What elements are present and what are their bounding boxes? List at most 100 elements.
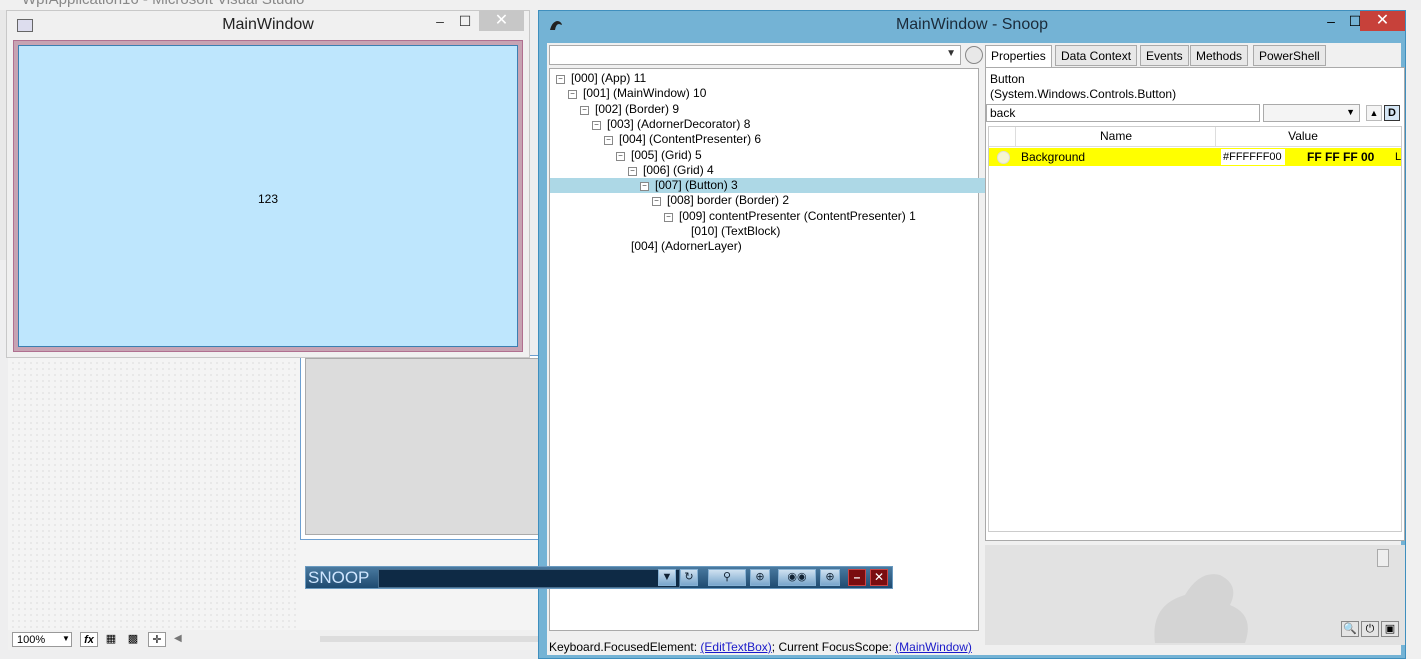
collapse-icon[interactable]: −: [580, 105, 589, 115]
tree-node-label: [008] border (Border) 2: [667, 193, 790, 208]
chevron-down-icon[interactable]: ▼: [1346, 107, 1355, 117]
focus-status-prefix: Keyboard.FocusedElement:: [549, 640, 701, 654]
snap-lines-icon[interactable]: ✛: [148, 632, 166, 647]
property-filter-input[interactable]: back: [986, 104, 1260, 122]
application-combobox[interactable]: [378, 569, 680, 588]
property-grid: Name Value Background #FFFFFF00 FF FF FF…: [988, 126, 1403, 588]
default-values-toggle[interactable]: D: [1384, 105, 1400, 121]
snoop-toolbar: SNOOP ▼ ↻ ⚲ ⊕ ◉◉ ⊕ – ✕: [305, 566, 893, 589]
collapse-icon[interactable]: −: [664, 212, 673, 222]
tree-node-label: [001] (MainWindow) 10: [583, 86, 707, 101]
focus-status-bar: Keyboard.FocusedElement: (EditTextBox); …: [549, 640, 989, 655]
focused-element-link[interactable]: (EditTextBox): [700, 640, 771, 654]
tree-node[interactable]: − [005] (Grid) 5: [550, 148, 1044, 163]
inspector-tabs: Properties Data Context Events Methods P…: [985, 45, 1405, 68]
tree-node-label: [007] (Button) 3: [655, 178, 738, 193]
preview-panel: 🔍 ⏻ ▣: [985, 545, 1405, 645]
close-icon[interactable]: ✕: [870, 569, 888, 586]
focus-scope-link[interactable]: (MainWindow): [895, 640, 972, 654]
snoop-cat-watermark-icon: [1154, 574, 1248, 643]
selected-type-info: Button (System.Windows.Controls.Button): [990, 72, 1176, 102]
collapse-icon[interactable]: −: [556, 75, 565, 84]
property-row[interactable]: Background #FFFFFF00 FF FF FF 00 L: [989, 148, 1401, 166]
tree-node[interactable]: − [006] (Grid) 4: [550, 163, 1056, 178]
power-icon[interactable]: ⏻: [1361, 621, 1379, 637]
collapse-icon[interactable]: −: [628, 166, 637, 176]
close-icon[interactable]: ✕: [479, 11, 524, 31]
tab-powershell[interactable]: PowerShell: [1253, 45, 1326, 66]
refresh-icon[interactable]: ↻: [680, 569, 698, 586]
maximize-icon[interactable]: ☐: [455, 13, 475, 31]
chevron-down-icon[interactable]: ▼: [658, 569, 676, 586]
zoom-slider-thumb[interactable]: [1377, 549, 1389, 567]
refresh-tree-icon[interactable]: [965, 46, 983, 64]
tree-node-label: [006] (Grid) 4: [643, 162, 714, 177]
minimize-icon[interactable]: –: [430, 13, 450, 31]
crosshair-icon[interactable]: ⊕: [750, 569, 770, 586]
button-content-text: 123: [257, 192, 279, 206]
collapse-icon[interactable]: −: [640, 182, 649, 192]
designer-background: [10, 360, 300, 628]
snap-grid-icon[interactable]: ▩: [124, 632, 142, 647]
tree-node[interactable]: − [001] (MainWindow) 10: [550, 86, 996, 101]
property-source-indicator: [997, 151, 1010, 164]
tab-methods[interactable]: Methods: [1190, 45, 1249, 66]
snoop-window: MainWindow - Snoop – ☐ ✕ ▼ − [000] (App) …: [538, 10, 1406, 659]
snoop-minimize-icon[interactable]: –: [1321, 13, 1341, 29]
tree-node[interactable]: − [004] (ContentPresenter) 6: [550, 132, 1032, 147]
tab-data-context[interactable]: Data Context: [1055, 45, 1138, 66]
tree-node[interactable]: − [000] (App) 11: [550, 71, 984, 86]
magnify-icon[interactable]: ⚲: [708, 569, 746, 586]
focus-status-mid: ; Current FocusScope:: [771, 640, 896, 654]
selected-type-fullname: (System.Windows.Controls.Button): [990, 87, 1177, 101]
designer-horizontal-scrollbar[interactable]: [320, 636, 540, 642]
collapse-icon[interactable]: −: [568, 90, 577, 100]
sort-up-icon[interactable]: ▲: [1366, 105, 1382, 121]
tree-search-combobox[interactable]: ▼: [549, 45, 961, 65]
chevron-down-icon[interactable]: ▼: [946, 48, 956, 59]
vs-title-bar: WpfApplication16 - Microsoft Visual Stud…: [0, 0, 540, 10]
main-window: MainWindow – ☐ ✕ 123: [6, 10, 530, 358]
tree-node[interactable]: [004] (AdornerLayer): [550, 239, 1044, 254]
property-color-hex: FF FF FF 00: [1307, 150, 1375, 164]
zoom-dropdown-arrow[interactable]: ▼: [62, 634, 70, 643]
vs-right-panel: [1406, 10, 1421, 659]
binoculars-icon[interactable]: ◉◉: [778, 569, 816, 586]
property-grid-header: Name Value: [989, 127, 1401, 147]
tree-node-label: [003] (AdornerDecorator) 8: [607, 116, 751, 131]
tab-events[interactable]: Events: [1140, 45, 1189, 66]
tree-node-label: [010] (TextBlock): [691, 224, 781, 238]
fx-button[interactable]: fx: [80, 632, 98, 647]
property-value-input[interactable]: #FFFFFF00: [1221, 149, 1285, 165]
property-more-indicator: L: [1395, 151, 1402, 163]
tree-node-label: [004] (ContentPresenter) 6: [619, 132, 762, 147]
column-header-value[interactable]: Value: [1215, 127, 1390, 146]
tree-node-label: [004] (AdornerLayer): [631, 239, 742, 254]
vs-title: WpfApplication16 - Microsoft Visual Stud…: [22, 0, 304, 8]
main-window-title: MainWindow: [222, 16, 314, 33]
grid-icon[interactable]: ▦: [102, 632, 120, 647]
magnify-icon[interactable]: 🔍: [1341, 621, 1359, 637]
collapse-icon[interactable]: −: [604, 136, 613, 146]
tab-properties[interactable]: Properties: [985, 45, 1052, 68]
window-client-area: 123: [13, 40, 523, 352]
minimize-icon[interactable]: –: [848, 569, 866, 586]
collapse-icon[interactable]: −: [616, 151, 625, 161]
tree-node[interactable]: − [002] (Border) 9: [550, 102, 1008, 117]
column-header-name[interactable]: Name: [1015, 127, 1216, 146]
design-surface: [300, 355, 542, 540]
tree-node-label: [009] contentPresenter (ContentPresenter…: [679, 208, 916, 223]
tree-node[interactable]: − [003] (AdornerDecorator) 8: [550, 117, 1020, 132]
property-filter-combobox[interactable]: ▼: [1263, 104, 1360, 122]
crosshair-icon[interactable]: ⊕: [820, 569, 840, 586]
scroll-left-arrow-icon[interactable]: ◀: [174, 633, 182, 644]
snoop-close-icon[interactable]: ✕: [1360, 11, 1405, 31]
collapse-icon[interactable]: −: [652, 197, 661, 207]
snoop-title: MainWindow - Snoop: [895, 16, 1049, 33]
visual-tree: − [000] (App) 11− [001] (MainWindow) 10− [0…: [549, 68, 1068, 631]
content-button[interactable]: 123: [18, 45, 518, 347]
tree-node-label: [000] (App) 11: [571, 71, 647, 85]
collapse-icon[interactable]: −: [592, 120, 601, 130]
properties-panel: Button (System.Windows.Controls.Button) …: [985, 67, 1405, 588]
camera-icon[interactable]: ▣: [1381, 621, 1399, 637]
